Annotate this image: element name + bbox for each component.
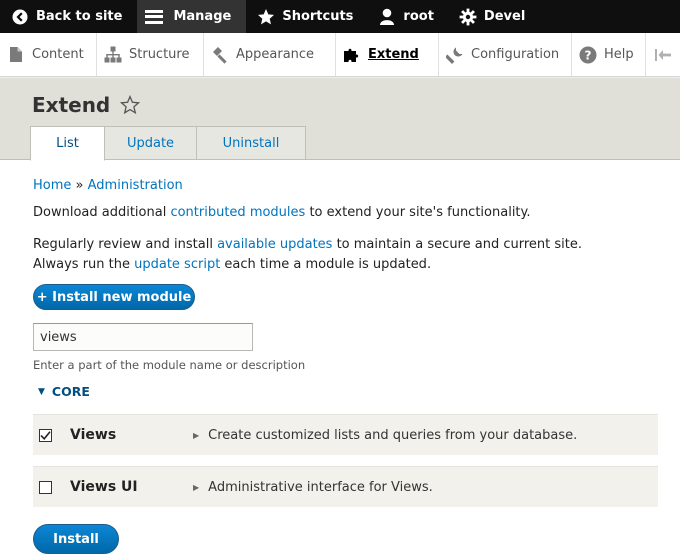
breadcrumb: Home » Administration xyxy=(33,178,183,193)
module-description-text: Create customized lists and queries from… xyxy=(208,427,578,443)
triangle-down-icon: ▼ xyxy=(38,386,45,397)
admin-tray: Content Structure Appearance Extend Conf… xyxy=(0,33,680,77)
wrench-icon xyxy=(446,46,464,64)
breadcrumb-home-link[interactable]: Home xyxy=(33,178,71,193)
update-script-link[interactable]: update script xyxy=(134,257,220,272)
triangle-right-icon: ▶ xyxy=(193,430,200,440)
intro-text: each time a module is updated. xyxy=(220,257,432,272)
document-icon xyxy=(7,46,25,64)
module-description-views-ui[interactable]: ▶ Administrative interface for Views. xyxy=(193,480,433,495)
module-checkbox-views[interactable] xyxy=(39,428,52,442)
user-tab[interactable]: root xyxy=(369,0,450,33)
svg-text:?: ? xyxy=(585,48,592,62)
intro-paragraph-2: Regularly review and install available u… xyxy=(33,235,582,275)
module-description-views[interactable]: ▶ Create customized lists and queries fr… xyxy=(193,428,577,443)
package-core-label: CORE xyxy=(51,384,90,399)
devel-tab[interactable]: Devel xyxy=(450,0,535,33)
shortcuts-label: Shortcuts xyxy=(282,9,354,24)
install-new-module-button[interactable]: + Install new module xyxy=(33,284,195,310)
star-icon xyxy=(257,8,275,26)
devel-label: Devel xyxy=(483,9,526,24)
tray-label-content: Content xyxy=(32,47,84,62)
tray-label-extend: Extend xyxy=(368,47,419,62)
puzzle-icon xyxy=(343,46,361,64)
user-label: root xyxy=(403,9,434,24)
tray-item-appearance[interactable]: Appearance xyxy=(204,33,336,76)
hamburger-icon xyxy=(145,9,164,24)
tray-item-content[interactable]: Content xyxy=(0,33,97,76)
triangle-right-icon: ▶ xyxy=(193,482,200,492)
tab-list[interactable]: List xyxy=(30,126,105,161)
manage-tab[interactable]: Manage xyxy=(137,0,247,33)
contributed-modules-link[interactable]: contributed modules xyxy=(170,205,305,220)
module-row-views-ui: Views UI ▶ Administrative interface for … xyxy=(33,466,658,507)
tray-orientation-toggle[interactable] xyxy=(646,33,680,76)
collapse-left-icon xyxy=(654,46,672,64)
tray-label-structure: Structure xyxy=(129,47,190,62)
shortcut-star-icon[interactable] xyxy=(120,95,141,115)
structure-icon xyxy=(104,46,122,64)
package-core-toggle[interactable]: ▼ CORE xyxy=(38,384,90,399)
intro-text: Download additional xyxy=(33,205,171,220)
tray-label-appearance: Appearance xyxy=(236,47,315,62)
page-title: Extend xyxy=(32,93,111,117)
tray-item-help[interactable]: ? Help xyxy=(572,33,646,76)
tray-item-structure[interactable]: Structure xyxy=(97,33,204,76)
user-icon xyxy=(378,8,396,26)
page-title-wrapper: Extend xyxy=(32,93,141,117)
module-checkbox-views-ui[interactable] xyxy=(39,480,52,494)
module-name-views-ui: Views UI xyxy=(70,479,138,495)
tab-uninstall[interactable]: Uninstall xyxy=(197,126,306,160)
intro-text: Always run the xyxy=(33,257,135,272)
checkmark-icon xyxy=(40,430,51,440)
help-icon: ? xyxy=(579,46,597,64)
filter-description: Enter a part of the module name or descr… xyxy=(33,358,306,372)
intro-text: Regularly review and install xyxy=(33,237,218,252)
toolbar-bar: Back to site Manage Shortcuts root Devel xyxy=(0,0,680,33)
tray-label-configuration: Configuration xyxy=(471,47,560,62)
breadcrumb-separator: » xyxy=(75,178,84,193)
module-name-views: Views xyxy=(70,427,117,443)
back-to-site-label: Back to site xyxy=(36,9,123,24)
tray-item-configuration[interactable]: Configuration xyxy=(439,33,572,76)
shortcuts-tab[interactable]: Shortcuts xyxy=(246,0,369,33)
paintbrush-icon xyxy=(211,46,229,64)
intro-paragraph-1: Download additional contributed modules … xyxy=(33,205,531,220)
tray-label-help: Help xyxy=(604,47,634,62)
intro-text: to maintain a secure and current site. xyxy=(332,237,582,252)
module-description-text: Administrative interface for Views. xyxy=(208,479,433,495)
chevron-left-icon xyxy=(11,8,29,26)
tab-update[interactable]: Update xyxy=(105,126,197,160)
gear-icon xyxy=(459,8,477,26)
tray-item-extend[interactable]: Extend xyxy=(336,33,439,76)
manage-label: Manage xyxy=(173,9,232,24)
module-row-views: Views ▶ Create customized lists and quer… xyxy=(33,414,658,455)
primary-tabs: List Update Uninstall xyxy=(30,126,306,161)
intro-text: to extend your site's functionality. xyxy=(305,205,531,220)
back-to-site-link[interactable]: Back to site xyxy=(0,0,137,33)
module-filter-input[interactable]: views xyxy=(33,323,253,351)
install-button[interactable]: Install xyxy=(33,524,119,554)
breadcrumb-administration-link[interactable]: Administration xyxy=(88,178,183,193)
available-updates-link[interactable]: available updates xyxy=(217,237,332,252)
